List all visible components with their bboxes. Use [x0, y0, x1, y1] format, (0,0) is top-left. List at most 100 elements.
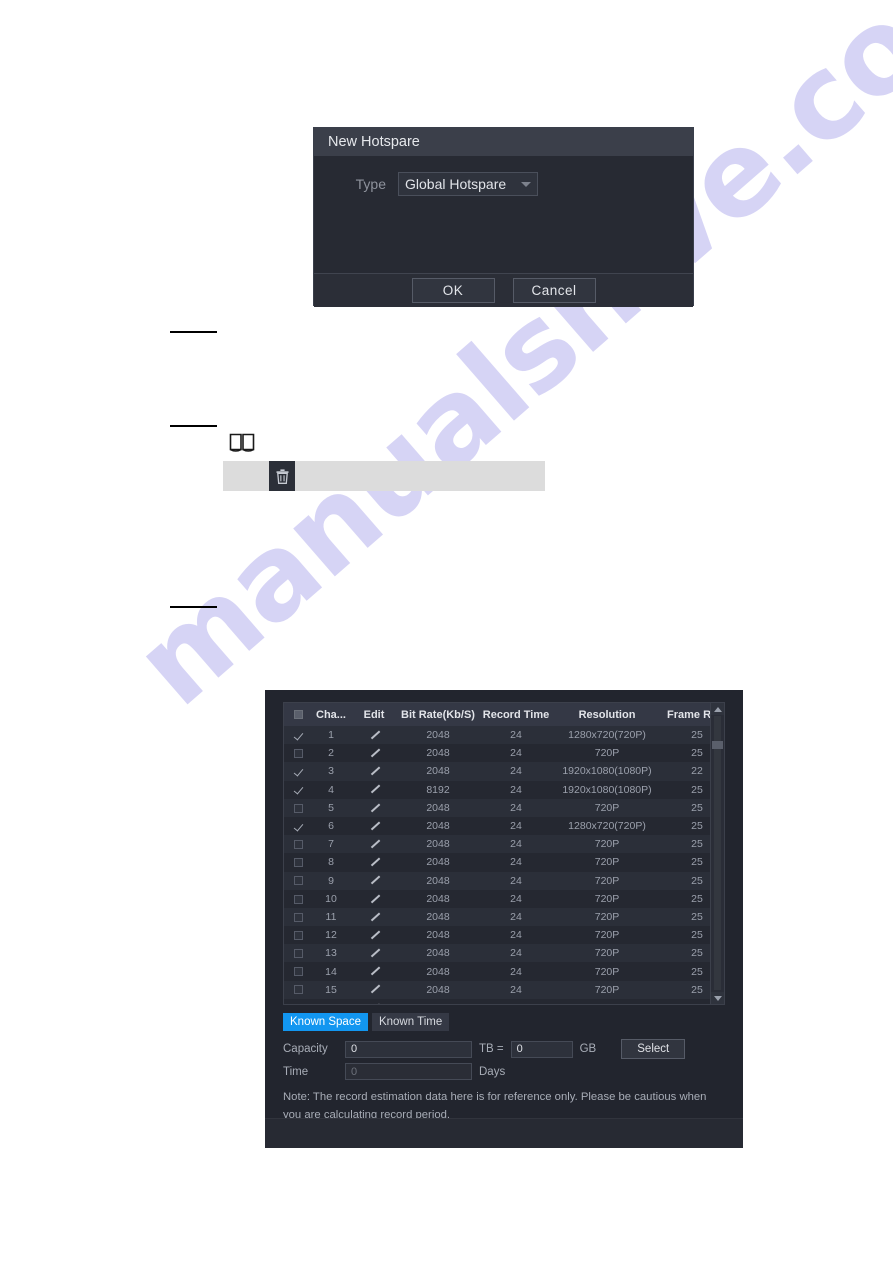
col-bit-rate[interactable]: Bit Rate(Kb/S) [398, 703, 478, 726]
cell-edit[interactable] [350, 980, 398, 999]
cell-edit[interactable] [350, 998, 398, 1004]
table-row[interactable]: 11 2048 24 720P 25 [284, 907, 724, 927]
row-checkbox[interactable] [293, 949, 303, 959]
capacity-gb-input[interactable]: 0 [510, 1040, 573, 1058]
scrollbar-thumb[interactable] [712, 741, 723, 749]
table-row[interactable]: 6 2048 24 1280x720(720P) 25 [284, 816, 724, 836]
table-row[interactable]: 9 2048 24 720P 25 [284, 871, 724, 890]
pencil-icon[interactable] [369, 912, 380, 923]
row-checkbox[interactable] [293, 930, 303, 940]
table-row[interactable]: 10 2048 24 720P 25 [284, 889, 724, 908]
table-row[interactable]: 4 8192 24 1920x1080(1080P) 25 [284, 780, 724, 799]
table-row[interactable]: 1 2048 24 1280x720(720P) 25 [284, 726, 724, 745]
scroll-down-button[interactable] [711, 992, 724, 1004]
row-checkbox-cell[interactable] [284, 962, 312, 981]
row-checkbox-cell[interactable] [284, 980, 312, 999]
col-channel[interactable]: Cha... [312, 703, 350, 726]
cell-edit[interactable] [350, 816, 398, 836]
row-checkbox-cell[interactable] [284, 816, 312, 836]
pencil-icon[interactable] [369, 766, 380, 777]
row-checkbox[interactable] [293, 749, 303, 758]
cell-edit[interactable] [350, 744, 398, 763]
row-checkbox-cell[interactable] [284, 926, 312, 945]
cell-edit[interactable] [350, 926, 398, 945]
cell-edit[interactable] [350, 907, 398, 927]
pencil-icon[interactable] [369, 857, 380, 868]
row-checkbox[interactable] [293, 858, 303, 868]
capacity-tb-input[interactable]: 0 [345, 1040, 472, 1058]
scrollbar-track[interactable] [714, 716, 721, 990]
cell-edit[interactable] [350, 762, 398, 781]
cell-edit[interactable] [350, 962, 398, 981]
pencil-icon[interactable] [369, 894, 380, 905]
pencil-icon[interactable] [369, 966, 380, 977]
col-resolution[interactable]: Resolution [554, 703, 660, 726]
cell-edit[interactable] [350, 780, 398, 799]
ok-button[interactable]: OK [411, 278, 495, 303]
pencil-icon[interactable] [369, 875, 380, 886]
row-checkbox[interactable] [293, 985, 303, 995]
table-row[interactable]: 8 2048 24 720P 25 [284, 853, 724, 872]
time-input[interactable]: 0 [345, 1063, 472, 1080]
table-row[interactable]: 5 2048 24 720P 25 [284, 798, 724, 817]
tab-known-space[interactable]: Known Space [283, 1013, 368, 1031]
pencil-icon[interactable] [369, 839, 380, 850]
cancel-button[interactable]: Cancel [512, 278, 596, 303]
cell-edit[interactable] [350, 798, 398, 817]
cell-edit[interactable] [350, 889, 398, 908]
pencil-icon[interactable] [369, 1003, 380, 1004]
table-row[interactable]: 2 2048 24 720P 25 [284, 744, 724, 763]
select-all-checkbox[interactable] [293, 710, 303, 720]
cell-edit[interactable] [350, 726, 398, 745]
col-record-time[interactable]: Record Time [478, 703, 554, 726]
pencil-icon[interactable] [369, 948, 380, 959]
row-checkbox[interactable] [293, 894, 303, 904]
row-checkbox-cell[interactable] [284, 944, 312, 963]
pencil-icon[interactable] [369, 984, 380, 995]
scroll-up-button[interactable] [711, 703, 724, 715]
row-checkbox-cell[interactable] [284, 853, 312, 872]
row-checkbox-cell[interactable] [284, 762, 312, 781]
row-checkbox-checked[interactable] [294, 767, 303, 776]
row-checkbox[interactable] [293, 839, 303, 849]
row-checkbox-cell[interactable] [284, 998, 312, 1004]
table-row[interactable]: 13 2048 24 720P 25 [284, 944, 724, 963]
row-checkbox-checked[interactable] [294, 822, 303, 831]
row-checkbox-checked[interactable] [294, 731, 303, 740]
type-select[interactable]: Global Hotspare [398, 172, 538, 196]
delete-button[interactable] [269, 461, 295, 491]
pencil-icon[interactable] [369, 821, 380, 832]
pencil-icon[interactable] [369, 730, 380, 741]
row-checkbox-cell[interactable] [284, 744, 312, 763]
row-checkbox[interactable] [293, 967, 303, 977]
row-checkbox-cell[interactable] [284, 835, 312, 854]
table-row[interactable]: 15 2048 24 720P 25 [284, 980, 724, 999]
cell-edit[interactable] [350, 835, 398, 854]
row-checkbox-cell[interactable] [284, 726, 312, 745]
row-checkbox[interactable] [293, 803, 303, 813]
select-button[interactable]: Select [621, 1039, 686, 1059]
table-row[interactable]: 14 2048 24 720P 25 [284, 962, 724, 981]
pencil-icon[interactable] [369, 930, 380, 941]
row-checkbox-checked[interactable] [294, 785, 303, 794]
row-checkbox[interactable] [293, 876, 303, 886]
row-checkbox-cell[interactable] [284, 780, 312, 799]
row-checkbox[interactable] [293, 1003, 303, 1004]
cell-edit[interactable] [350, 853, 398, 872]
pencil-icon[interactable] [369, 803, 380, 814]
row-checkbox-cell[interactable] [284, 889, 312, 908]
table-row[interactable]: 3 2048 24 1920x1080(1080P) 22 [284, 762, 724, 781]
row-checkbox[interactable] [293, 912, 303, 922]
col-edit[interactable]: Edit [350, 703, 398, 726]
row-checkbox-cell[interactable] [284, 798, 312, 817]
cell-edit[interactable] [350, 871, 398, 890]
table-scrollbar[interactable] [710, 703, 724, 1004]
table-row[interactable]: 12 2048 24 720P 25 [284, 926, 724, 945]
pencil-icon[interactable] [369, 748, 380, 759]
table-row[interactable]: 7 2048 24 720P 25 [284, 835, 724, 854]
cell-edit[interactable] [350, 944, 398, 963]
table-row[interactable]: 16204824720P25 [284, 998, 724, 1004]
row-checkbox-cell[interactable] [284, 907, 312, 927]
tab-known-time[interactable]: Known Time [371, 1013, 450, 1031]
row-checkbox-cell[interactable] [284, 871, 312, 890]
